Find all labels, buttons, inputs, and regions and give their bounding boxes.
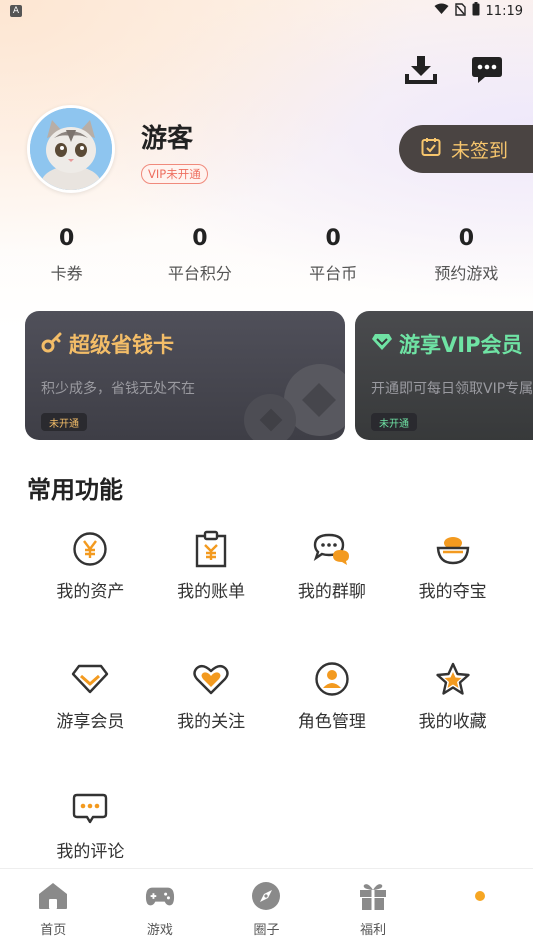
bottom-nav: 首页 游戏 圈子 福利 [0, 868, 533, 947]
card-status-tag: 未开通 [371, 413, 417, 431]
function-role-management[interactable]: 角色管理 [272, 660, 393, 732]
card-desc: 积少成多，省钱无处不在 [41, 381, 195, 397]
no-sim-icon [454, 2, 466, 20]
nav-games[interactable]: 游戏 [107, 869, 214, 947]
nav-home[interactable]: 首页 [0, 869, 107, 947]
card-status-tag: 未开通 [41, 413, 87, 431]
function-my-treasure[interactable]: 我的夺宝 [392, 530, 513, 602]
card-title-text: 游享VIP会员 [399, 333, 523, 357]
function-label: 我的夺宝 [418, 582, 487, 602]
stat-points[interactable]: 0 平台积分 [133, 226, 266, 284]
stat-value: 0 [58, 226, 75, 251]
compass-icon [251, 881, 281, 911]
function-label: 我的收藏 [418, 712, 487, 732]
user-icon [312, 660, 352, 698]
stat-value: 0 [458, 226, 475, 251]
card-title-text: 超级省钱卡 [69, 333, 174, 357]
section-title: 常用功能 [27, 476, 123, 504]
stat-reserved-games[interactable]: 0 预约游戏 [400, 226, 533, 284]
function-my-bills[interactable]: 我的账单 [151, 530, 272, 602]
wifi-icon [434, 3, 449, 19]
bill-icon [191, 530, 231, 568]
dot-icon [474, 891, 485, 901]
cat-avatar-image [30, 108, 112, 190]
download-icon[interactable] [403, 52, 439, 88]
chat-group-icon [312, 530, 352, 568]
nav-circle[interactable]: 圈子 [213, 869, 320, 947]
stat-label: 平台积分 [167, 264, 232, 283]
diamond-icon [371, 332, 393, 357]
stat-label: 卡券 [50, 264, 83, 283]
stat-value: 0 [325, 226, 341, 251]
nav-welfare[interactable]: 福利 [320, 869, 427, 947]
heart-icon [191, 660, 231, 698]
home-icon [38, 881, 68, 911]
stat-label: 平台币 [309, 264, 358, 283]
function-label: 我的评论 [56, 842, 125, 862]
star-icon [433, 660, 473, 698]
yen-coin-icon [70, 530, 110, 568]
function-my-comments[interactable]: 我的评论 [30, 790, 151, 862]
stats-row: 0 卡券 0 平台积分 0 平台币 0 预约游戏 [0, 226, 533, 284]
function-my-favorites[interactable]: 我的收藏 [392, 660, 513, 732]
promo-cards: 超级省钱卡 积少成多，省钱无处不在 未开通 游享VIP会员 开通即可每日领取VI… [25, 311, 533, 440]
treasure-bowl-icon [433, 530, 473, 568]
nav-label: 首页 [40, 923, 67, 938]
function-label: 我的资产 [56, 582, 125, 602]
function-label: 角色管理 [297, 712, 366, 732]
function-label: 我的账单 [177, 582, 246, 602]
status-time: 11:19 [485, 3, 523, 19]
nav-profile[interactable] [426, 869, 533, 947]
status-app-icon: A [10, 5, 22, 17]
vip-member-card[interactable]: 游享VIP会员 开通即可每日领取VIP专属福利 未开通 [355, 311, 533, 440]
function-label: 我的关注 [177, 712, 246, 732]
function-my-follows[interactable]: 我的关注 [151, 660, 272, 732]
status-bar: A 11:19 [0, 0, 533, 22]
vip-diamond-icon [70, 660, 110, 698]
function-grid: 我的资产 我的账单 我的群聊 我的夺宝 游享会员 我的关注 角色管理 我的收藏 … [30, 530, 513, 862]
stat-coupons[interactable]: 0 卡券 [0, 226, 133, 284]
gift-icon [358, 881, 388, 911]
card-title: 超级省钱卡 [41, 329, 174, 359]
header-actions [403, 52, 505, 88]
comment-icon [70, 790, 110, 828]
gamepad-icon [145, 881, 175, 911]
function-vip-member[interactable]: 游享会员 [30, 660, 151, 732]
nav-label: 游戏 [146, 923, 173, 938]
card-title: 游享VIP会员 [371, 329, 522, 359]
nav-label: 福利 [360, 923, 387, 938]
card-desc: 开通即可每日领取VIP专属福利 [371, 381, 533, 397]
checkin-label: 未签到 [451, 139, 509, 162]
status-right: 11:19 [434, 2, 523, 20]
stat-label: 预约游戏 [434, 264, 499, 283]
status-left: A [10, 5, 22, 17]
function-my-group-chat[interactable]: 我的群聊 [272, 530, 393, 602]
vip-status-badge[interactable]: VIP未开通 [141, 164, 208, 184]
checkin-button[interactable]: 未签到 [399, 125, 533, 173]
message-icon[interactable] [469, 52, 505, 88]
key-icon [41, 331, 63, 358]
nav-label: 圈子 [253, 923, 280, 938]
stat-value: 0 [192, 226, 208, 251]
coin-decoration [244, 364, 345, 440]
battery-icon [472, 2, 480, 20]
avatar[interactable] [27, 105, 115, 193]
username: 游客 [141, 124, 194, 154]
calendar-check-icon [421, 137, 441, 162]
function-label: 游享会员 [56, 712, 125, 732]
stat-coins[interactable]: 0 平台币 [267, 226, 400, 284]
function-my-assets[interactable]: 我的资产 [30, 530, 151, 602]
money-saving-card[interactable]: 超级省钱卡 积少成多，省钱无处不在 未开通 [25, 311, 345, 440]
function-label: 我的群聊 [297, 582, 366, 602]
